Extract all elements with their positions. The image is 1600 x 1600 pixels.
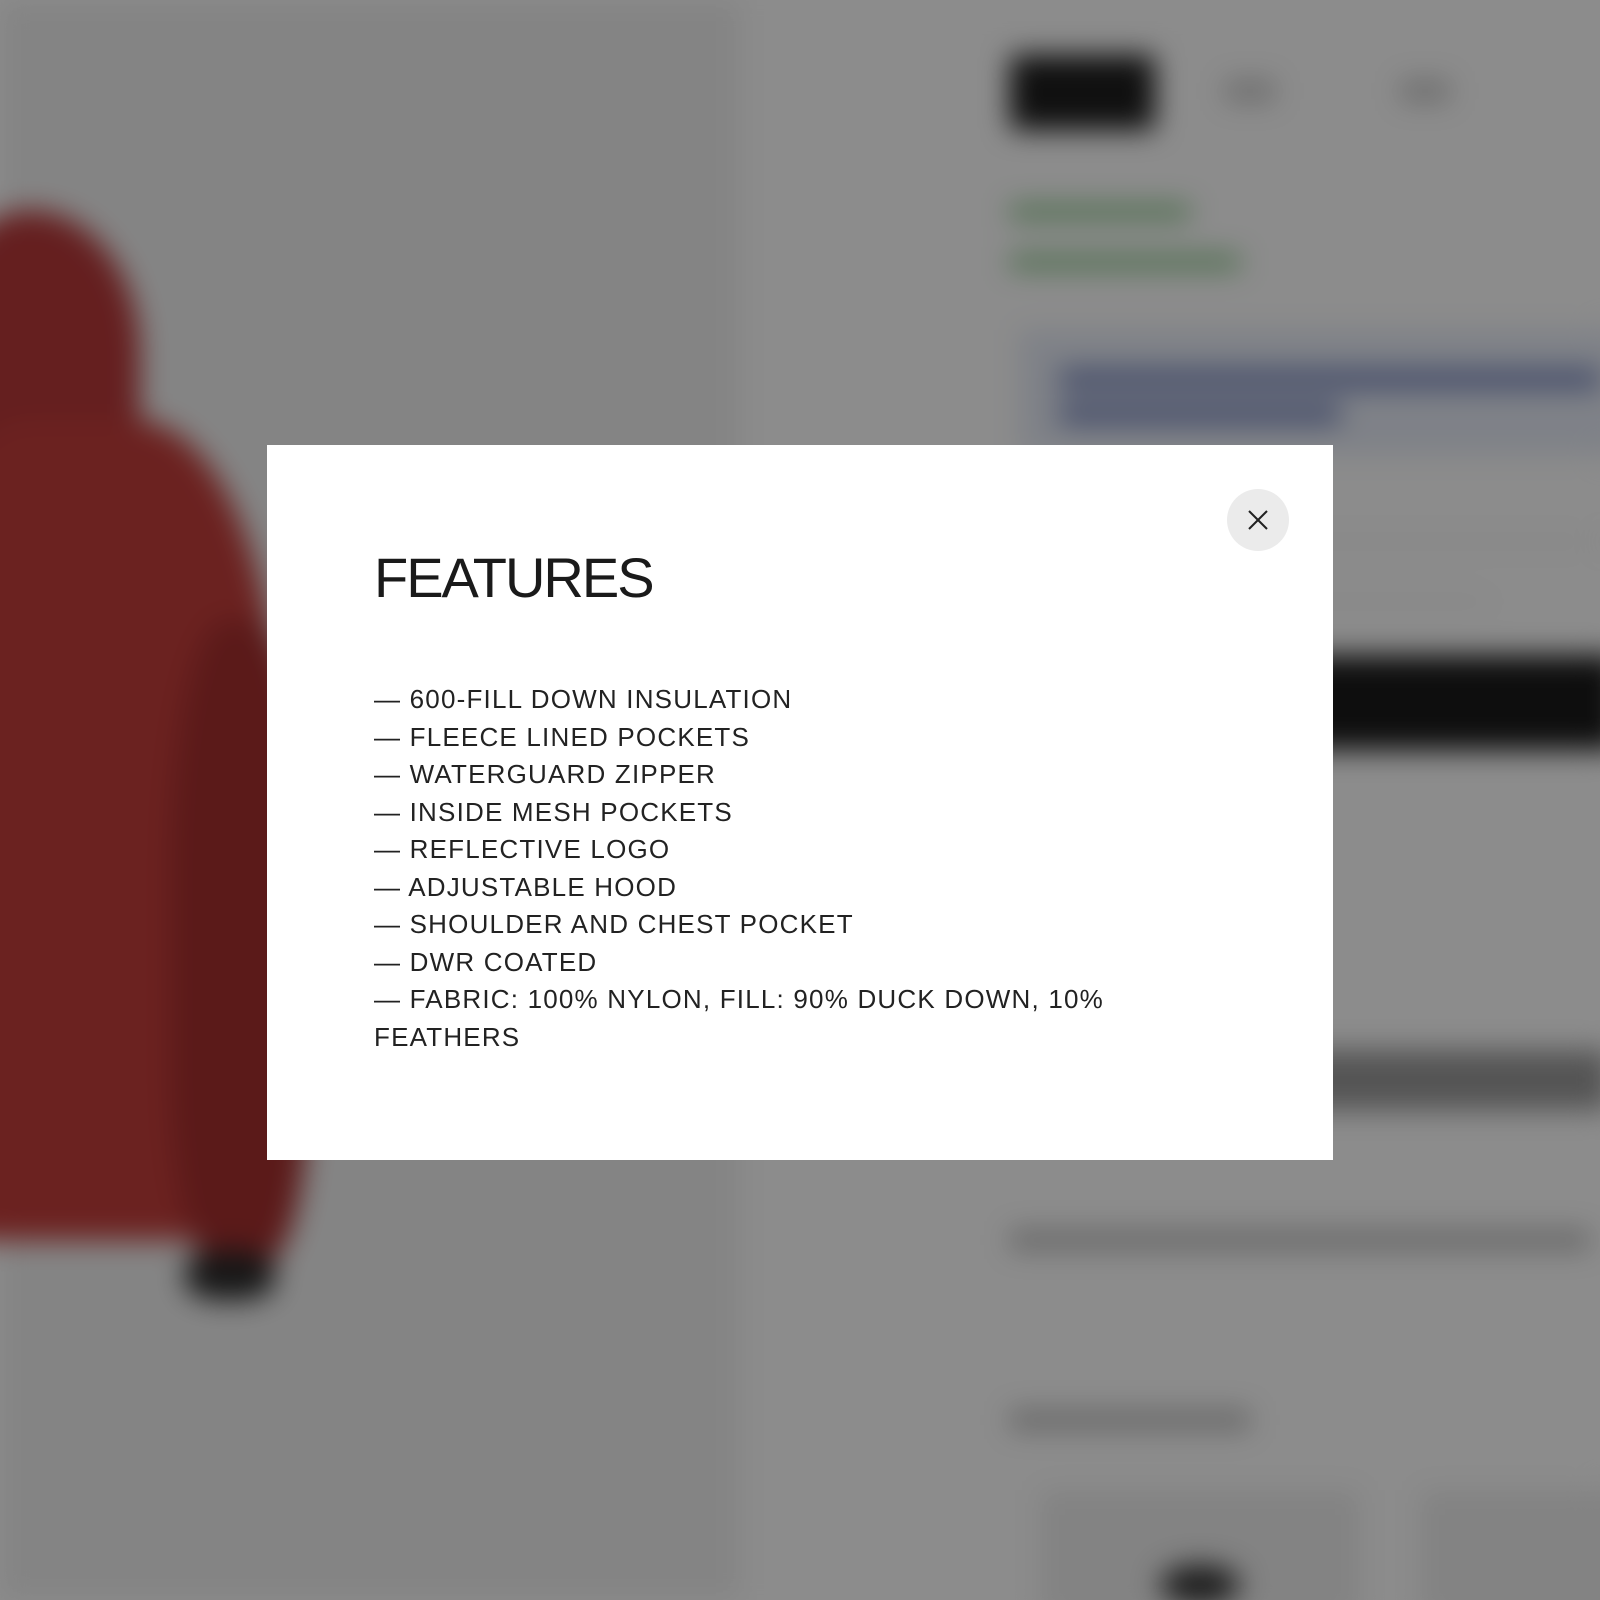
feature-item: — 600-FILL DOWN INSULATION — [374, 684, 793, 714]
close-button[interactable] — [1227, 489, 1289, 551]
feature-item: — REFLECTIVE LOGO — [374, 834, 671, 864]
feature-item: — FLEECE LINED POCKETS — [374, 721, 751, 752]
feature-item: — DWR COATED — [374, 946, 598, 977]
page: FEATURES — 600-FILL DOWN INSULATION — FL… — [0, 0, 1600, 1600]
feature-item: — ADJUSTABLE HOOD — [374, 871, 678, 902]
modal-title: FEATURES — [374, 546, 655, 609]
close-icon — [1248, 510, 1268, 530]
features-modal: FEATURES — 600-FILL DOWN INSULATION — FL… — [267, 445, 1333, 1160]
feature-item: — WATERGUARD ZIPPER — [374, 759, 717, 789]
feature-item: — SHOULDER AND CHEST POCKET — [374, 909, 854, 939]
features-list: — 600-FILL DOWN INSULATION — FLEECE LINE… — [374, 681, 1134, 1056]
feature-item: — INSIDE MESH POCKETS — [374, 796, 733, 827]
feature-item: — FABRIC: 100% NYLON, FILL: 90% DUCK DOW… — [374, 984, 1104, 1052]
